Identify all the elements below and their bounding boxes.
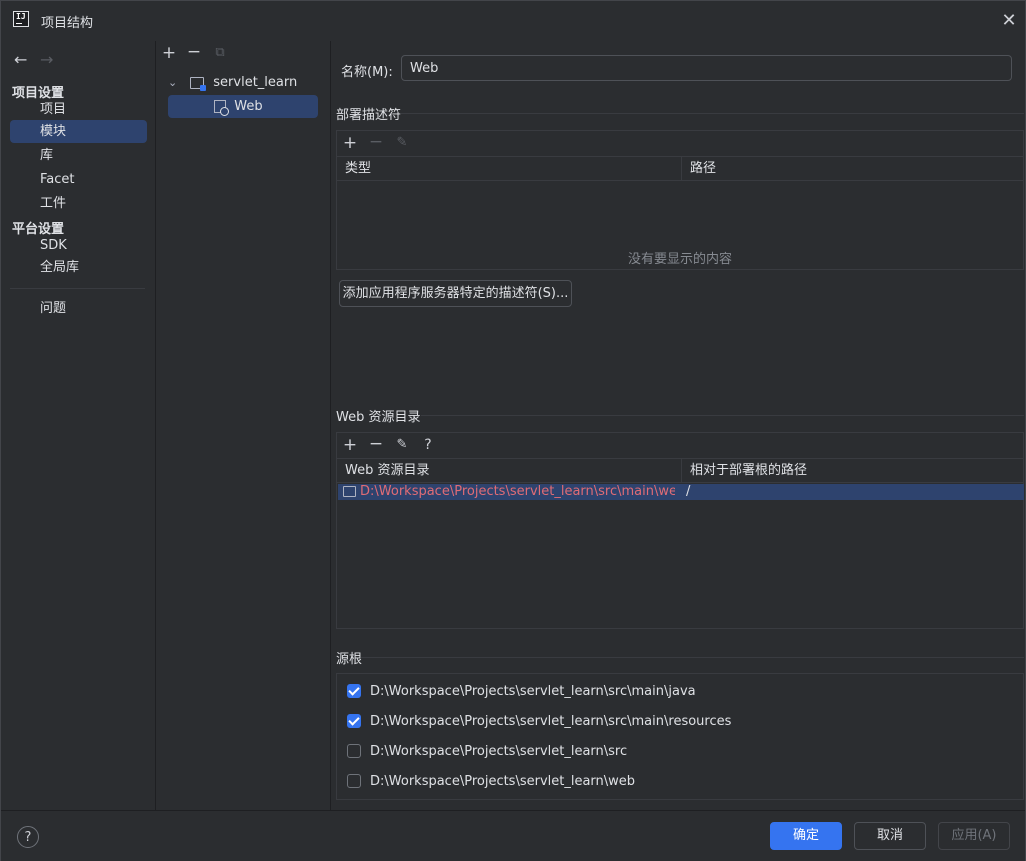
intellij-app-icon: IJ <box>13 11 29 27</box>
project-structure-dialog: IJ 项目结构 ✕ ← → 项目设置 项目 模块 库 Facet 工件 平台设置… <box>0 0 1026 861</box>
edit-pencil-icon[interactable]: ✎ <box>393 436 411 454</box>
deploy-section-title: 部署描述符 <box>336 108 402 123</box>
col-web-resource-dir[interactable]: Web 资源目录 <box>337 459 681 483</box>
table-row[interactable]: D:\Workspace\Projects\servlet_learn\src\… <box>338 484 1024 500</box>
web-resource-table: + − ✎ ? Web 资源目录 相对于部署根的路径 D:\Workspace\… <box>336 432 1024 629</box>
name-label: 名称(M): <box>341 65 393 80</box>
list-item: D:\Workspace\Projects\servlet_learn\src\… <box>370 714 732 729</box>
source-root-checkbox-resources[interactable] <box>347 714 361 728</box>
add-resource-icon[interactable]: + <box>341 436 359 454</box>
source-root-checkbox-java[interactable] <box>347 684 361 698</box>
remove-icon[interactable]: − <box>185 43 203 61</box>
list-item: D:\Workspace\Projects\servlet_learn\src\… <box>370 684 696 699</box>
tree-node-module[interactable]: ⌄ servlet_learn <box>168 71 318 94</box>
sidebar-item-facets[interactable]: Facet <box>10 168 147 191</box>
folder-icon <box>343 486 356 497</box>
add-icon[interactable]: + <box>160 44 178 62</box>
section-divider <box>401 113 1024 114</box>
sidebar-item-project[interactable]: 项目 <box>10 98 147 121</box>
close-icon[interactable]: ✕ <box>998 10 1020 32</box>
col-path[interactable]: 路径 <box>682 157 1022 181</box>
empty-state-text: 没有要显示的内容 <box>627 252 732 267</box>
add-server-descriptor-button[interactable]: 添加应用程序服务器特定的描述符(S)... <box>339 280 572 307</box>
help-question-icon[interactable]: ? <box>419 436 437 454</box>
forward-arrow-icon[interactable]: → <box>40 50 53 69</box>
web-res-table-header: Web 资源目录 相对于部署根的路径 <box>337 458 1023 483</box>
source-root-checkbox-web[interactable] <box>347 774 361 788</box>
back-arrow-icon[interactable]: ← <box>14 50 27 69</box>
module-folder-icon <box>190 76 207 91</box>
dialog-footer: ? 确定 取消 应用(A) <box>1 810 1025 861</box>
apply-button[interactable]: 应用(A) <box>938 822 1010 850</box>
tree-facet-label: Web <box>234 99 263 114</box>
sidebar-item-problems[interactable]: 问题 <box>10 297 147 320</box>
copy-icon[interactable]: ⧉ <box>211 44 229 62</box>
sidebar-item-libraries[interactable]: 库 <box>10 144 147 167</box>
col-relative-path[interactable]: 相对于部署根的路径 <box>682 459 1022 483</box>
remove-descriptor-icon[interactable]: − <box>367 133 385 151</box>
edit-pencil-icon[interactable]: ✎ <box>393 134 411 152</box>
list-item: D:\Workspace\Projects\servlet_learn\src <box>370 744 628 759</box>
ok-button[interactable]: 确定 <box>770 822 842 850</box>
section-divider <box>421 415 1024 416</box>
col-type[interactable]: 类型 <box>337 157 681 181</box>
chevron-down-icon[interactable]: ⌄ <box>168 71 186 94</box>
list-item: D:\Workspace\Projects\servlet_learn\web <box>370 774 636 789</box>
facet-detail-panel: 名称(M): 部署描述符 + − ✎ 类型 路径 没有要显示的内容 添加应用程序… <box>331 41 1025 810</box>
name-input[interactable] <box>401 55 1012 81</box>
title-bar: IJ 项目结构 ✕ <box>1 1 1025 41</box>
deploy-descriptor-table: + − ✎ 类型 路径 没有要显示的内容 <box>336 130 1024 270</box>
relative-path-cell: / <box>686 484 691 499</box>
web-facet-icon <box>214 100 230 116</box>
remove-resource-icon[interactable]: − <box>367 435 385 453</box>
deploy-table-header: 类型 路径 <box>337 156 1023 181</box>
sidebar-item-global-libraries[interactable]: 全局库 <box>10 256 147 279</box>
settings-sidebar: ← → 项目设置 项目 模块 库 Facet 工件 平台设置 SDK 全局库 问… <box>1 41 156 810</box>
sidebar-item-modules[interactable]: 模块 <box>10 120 147 143</box>
deploy-toolbar: + − ✎ <box>337 131 1023 156</box>
help-icon[interactable]: ? <box>17 826 39 848</box>
source-root-checkbox-src[interactable] <box>347 744 361 758</box>
tree-node-web-facet[interactable]: Web <box>168 95 318 118</box>
tree-module-label: servlet_learn <box>213 75 298 90</box>
web-res-section-title: Web 资源目录 <box>336 410 421 425</box>
web-resource-dir-cell: D:\Workspace\Projects\servlet_learn\src\… <box>360 484 675 499</box>
sidebar-divider <box>10 288 145 289</box>
source-roots-list: D:\Workspace\Projects\servlet_learn\src\… <box>336 673 1024 800</box>
module-tree-pane: + − ⧉ ⌄ servlet_learn Web <box>156 41 331 810</box>
add-descriptor-icon[interactable]: + <box>341 134 359 152</box>
source-roots-section-title: 源根 <box>336 652 363 667</box>
section-divider <box>361 657 1024 658</box>
sidebar-item-sdk[interactable]: SDK <box>10 234 147 257</box>
sidebar-item-artifacts[interactable]: 工件 <box>10 192 147 215</box>
window-title: 项目结构 <box>41 16 94 31</box>
web-res-toolbar: + − ✎ ? <box>337 433 1023 458</box>
cancel-button[interactable]: 取消 <box>854 822 926 850</box>
